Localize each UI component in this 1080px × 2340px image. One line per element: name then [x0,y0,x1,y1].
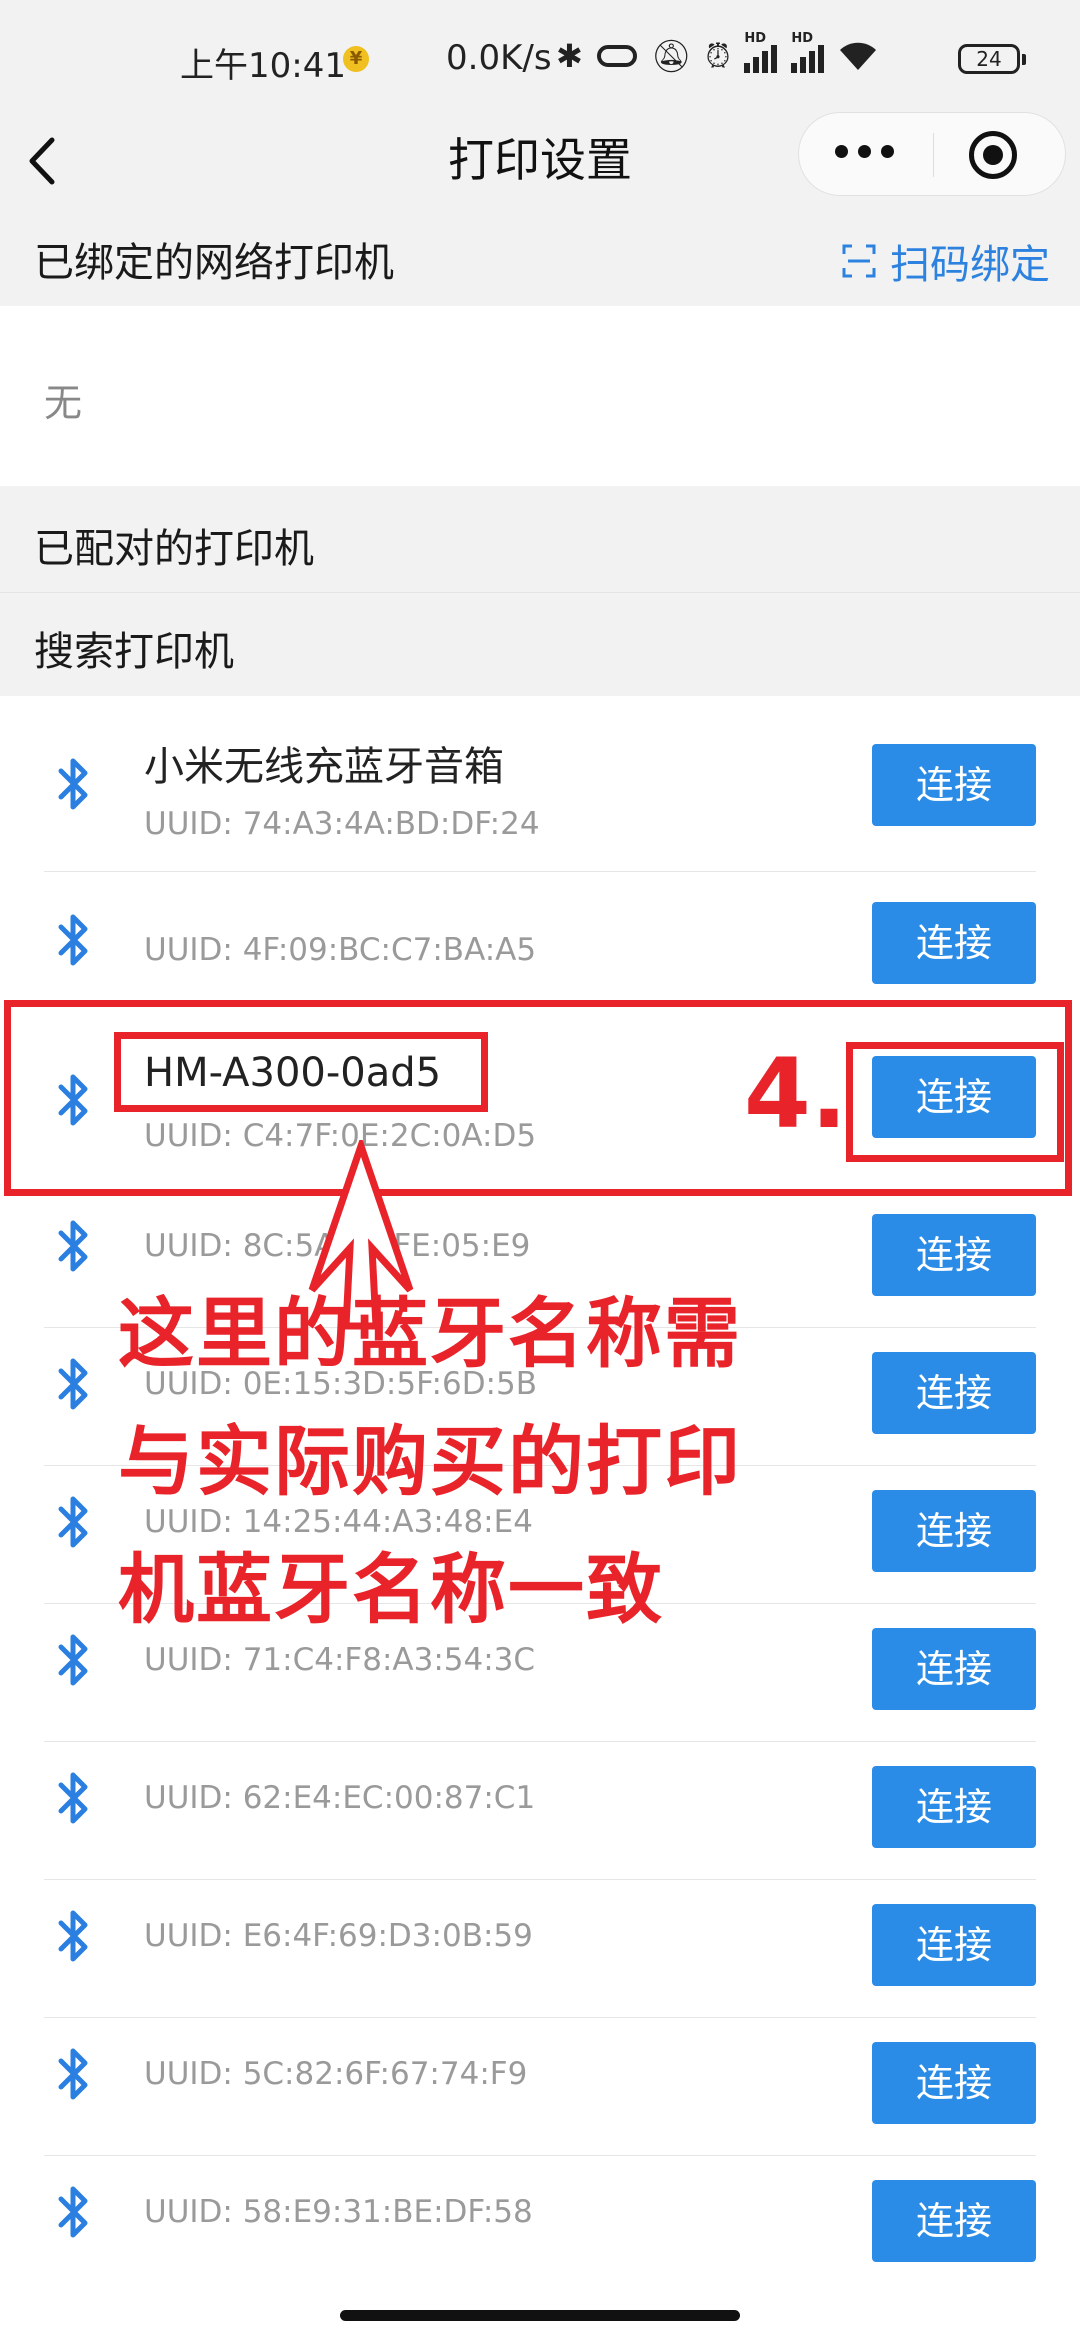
status-icons: ✱ 🔕︎ ⏰︎ HD HD [556,31,878,78]
home-indicator[interactable] [340,2310,740,2321]
battery-icon: 24 [958,44,1026,74]
scan-bind-button[interactable]: 扫码绑定 [842,232,1050,290]
device-uuid: UUID: 58:E9:31:BE:DF:58 [144,2194,533,2230]
search-printers-title: 搜索打印机 [34,629,234,675]
coin-icon: ¥ [343,46,369,72]
miniprogram-capsule [798,112,1066,196]
connect-button[interactable]: 连接 [872,1766,1036,1848]
network-speed: 0.0K/s [446,38,552,78]
signal-2-icon: HD [791,31,825,73]
device-row[interactable]: UUID: E6:4F:69:D3:0B:59 连接 [0,1880,1080,2018]
status-time: 上午10:41 [180,46,346,86]
bound-printers-header: 已绑定的网络打印机 扫码绑定 [0,204,1080,306]
device-uuid: UUID: 62:E4:EC:00:87:C1 [144,1780,536,1816]
bluetooth-icon [58,914,88,966]
device-row[interactable]: 小米无线充蓝牙音箱 UUID: 74:A3:4A:BD:DF:24 连接 [0,696,1080,872]
device-name: 小米无线充蓝牙音箱 [144,744,504,790]
connect-button[interactable]: 连接 [872,2180,1036,2262]
annotation-step-number: 4. [744,1038,848,1150]
annotation-button-highlight [846,1042,1064,1162]
bluetooth-icon [58,1358,88,1410]
more-icon[interactable] [835,145,894,158]
device-row[interactable]: UUID: 62:E4:EC:00:87:C1 连接 [0,1742,1080,1880]
signal-1-icon: HD [744,31,778,73]
bluetooth-icon [58,1220,88,1272]
bluetooth-icon [58,1496,88,1548]
vibrate-icon [596,45,637,67]
annotation-name-highlight [114,1032,488,1112]
bluetooth-status-icon: ✱ [556,37,583,75]
connect-button[interactable]: 连接 [872,1904,1036,1986]
nav-bar: 打印设置 [0,112,1080,204]
wifi-icon [840,42,877,70]
bound-printers-empty: 无 [0,306,1080,486]
connect-button[interactable]: 连接 [872,1628,1036,1710]
bluetooth-icon [58,1634,88,1686]
bluetooth-icon [58,758,88,810]
bluetooth-icon [58,1910,88,1962]
device-uuid: UUID: E6:4F:69:D3:0B:59 [144,1918,533,1954]
status-bar: 上午10:41 ¥ 0.0K/s ✱ 🔕︎ ⏰︎ HD HD 24 [0,0,1080,120]
mute-bell-icon: 🔕︎ [650,37,692,75]
device-uuid: UUID: 74:A3:4A:BD:DF:24 [144,806,540,842]
close-miniprogram-icon[interactable] [969,131,1017,179]
scan-icon [842,244,876,278]
search-printers-header: 搜索打印机 [0,593,1080,696]
paired-printers-header: 已配对的打印机 [0,486,1080,593]
annotation-note: 这里的蓝牙名称需与实际购买的打印机蓝牙名称一致 [118,1289,742,1634]
bound-printers-title: 已绑定的网络打印机 [34,240,394,286]
device-uuid: UUID: 4F:09:BC:C7:BA:A5 [144,932,537,968]
empty-text: 无 [44,381,83,425]
capsule-divider [933,133,934,177]
device-row[interactable]: UUID: 4F:09:BC:C7:BA:A5 连接 [0,872,1080,1014]
device-row[interactable]: UUID: 5C:82:6F:67:74:F9 连接 [0,2018,1080,2156]
connect-button[interactable]: 连接 [872,2042,1036,2124]
device-uuid: UUID: 5C:82:6F:67:74:F9 [144,2056,528,2092]
connect-button[interactable]: 连接 [872,744,1036,826]
bluetooth-icon [58,1772,88,1824]
alarm-icon: ⏰︎ [705,36,731,75]
bluetooth-icon [58,2186,88,2238]
connect-button[interactable]: 连接 [872,1214,1036,1296]
connect-button[interactable]: 连接 [872,902,1036,984]
battery-level: 24 [976,47,1002,71]
paired-printers-title: 已配对的打印机 [34,526,314,572]
connect-button[interactable]: 连接 [872,1490,1036,1572]
scan-bind-label: 扫码绑定 [890,242,1050,288]
device-row[interactable]: UUID: 58:E9:31:BE:DF:58 连接 [0,2156,1080,2294]
bluetooth-icon [58,2048,88,2100]
connect-button[interactable]: 连接 [872,1352,1036,1434]
